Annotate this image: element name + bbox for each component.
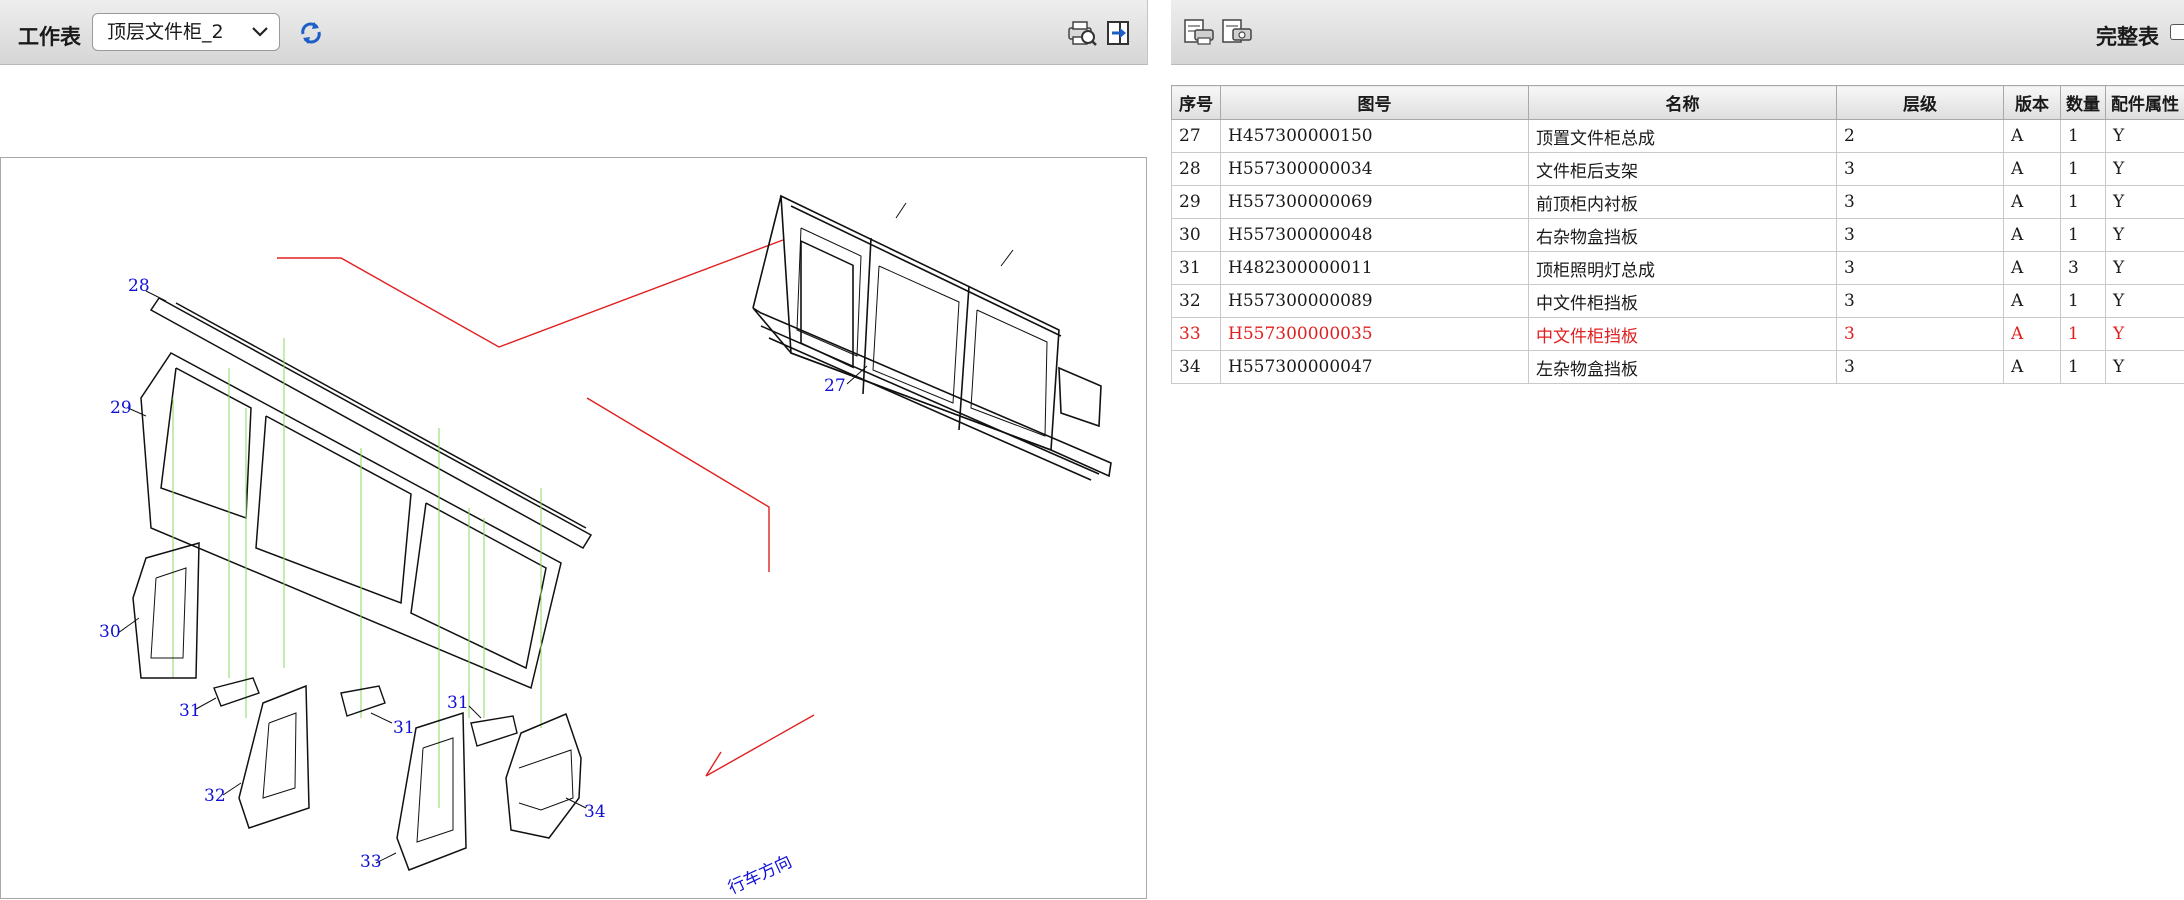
cell-version: A	[2003, 251, 2061, 285]
column-header-level[interactable]: 层级	[1836, 85, 2004, 120]
cell-part-no: H457300000150	[1220, 119, 1529, 153]
cell-level: 3	[1836, 317, 2004, 351]
cell-seq: 31	[1171, 251, 1221, 285]
table-row[interactable]: 31 H482300000011 顶柜照明灯总成 3 A 3 Y	[1171, 251, 2184, 285]
cell-version: A	[2003, 317, 2061, 351]
table-header-row: 序号 图号 名称 层级 版本 数量 配件属性	[1171, 85, 2184, 120]
table-row[interactable]: 27 H457300000150 顶置文件柜总成 2 A 1 Y	[1171, 119, 2184, 153]
export-icon[interactable]	[1105, 19, 1133, 51]
cell-qty: 1	[2060, 218, 2106, 252]
cell-attr: Y	[2105, 185, 2184, 219]
cell-level: 3	[1836, 218, 2004, 252]
table-row[interactable]: 28 H557300000034 文件柜后支架 3 A 1 Y	[1171, 152, 2184, 186]
cell-level: 3	[1836, 152, 2004, 186]
cell-part-no: H557300000035	[1220, 317, 1529, 351]
column-header-version[interactable]: 版本	[2003, 85, 2061, 120]
cell-name: 中文件柜挡板	[1528, 317, 1837, 351]
cell-part-no: H557300000069	[1220, 185, 1529, 219]
sheet-select[interactable]: 顶层文件柜_2	[92, 13, 280, 51]
cell-name: 前顶柜内衬板	[1528, 185, 1837, 219]
sheet-select-value: 顶层文件柜_2	[107, 21, 224, 43]
cell-qty: 1	[2060, 317, 2106, 351]
cell-part-no: H557300000089	[1220, 284, 1529, 318]
cell-seq: 30	[1171, 218, 1221, 252]
table-row[interactable]: 33 H557300000035 中文件柜挡板 3 A 1 Y	[1171, 317, 2184, 351]
cell-level: 3	[1836, 251, 2004, 285]
table-row[interactable]: 29 H557300000069 前顶柜内衬板 3 A 1 Y	[1171, 185, 2184, 219]
cell-seq: 28	[1171, 152, 1221, 186]
cell-seq: 33	[1171, 317, 1221, 351]
parts-table: 序号 图号 名称 层级 版本 数量 配件属性 27 H457300000150 顶置…	[1171, 85, 2184, 384]
column-header-seq[interactable]: 序号	[1171, 85, 1221, 120]
cell-seq: 27	[1171, 119, 1221, 153]
callout-33[interactable]: 33	[360, 852, 382, 872]
table-row[interactable]: 34 H557300000047 左杂物盒挡板 3 A 1 Y	[1171, 350, 2184, 384]
cell-level: 3	[1836, 350, 2004, 384]
table-row[interactable]: 30 H557300000048 右杂物盒挡板 3 A 1 Y	[1171, 218, 2184, 252]
cell-qty: 1	[2060, 350, 2106, 384]
cell-attr: Y	[2105, 350, 2184, 384]
column-header-qty[interactable]: 数量	[2060, 85, 2106, 120]
cell-version: A	[2003, 218, 2061, 252]
callout-31[interactable]: 31	[393, 718, 415, 738]
cell-seq: 34	[1171, 350, 1221, 384]
cell-name: 顶置文件柜总成	[1528, 119, 1837, 153]
print-preview-icon[interactable]	[1065, 19, 1097, 51]
cell-version: A	[2003, 119, 2061, 153]
print-table-icon[interactable]	[1183, 18, 1215, 50]
cell-attr: Y	[2105, 251, 2184, 285]
callout-28[interactable]: 28	[128, 276, 150, 296]
cell-name: 中文件柜挡板	[1528, 284, 1837, 318]
export-table-icon[interactable]	[1221, 18, 1253, 50]
cell-seq: 32	[1171, 284, 1221, 318]
cell-level: 3	[1836, 185, 2004, 219]
worksheet-label: 工作表	[18, 25, 81, 49]
cell-attr: Y	[2105, 317, 2184, 351]
cell-version: A	[2003, 350, 2061, 384]
cell-attr: Y	[2105, 218, 2184, 252]
cell-level: 2	[1836, 119, 2004, 153]
column-header-name[interactable]: 名称	[1528, 85, 1837, 120]
cell-qty: 3	[2060, 251, 2106, 285]
cell-name: 顶柜照明灯总成	[1528, 251, 1837, 285]
cell-version: A	[2003, 185, 2061, 219]
column-header-attr[interactable]: 配件属性	[2105, 85, 2184, 120]
callout-32[interactable]: 32	[204, 786, 226, 806]
cell-attr: Y	[2105, 152, 2184, 186]
cell-qty: 1	[2060, 284, 2106, 318]
callout-29[interactable]: 29	[110, 398, 132, 418]
cell-part-no: H557300000048	[1220, 218, 1529, 252]
cell-name: 右杂物盒挡板	[1528, 218, 1837, 252]
cell-version: A	[2003, 284, 2061, 318]
full-table-checkbox[interactable]	[2170, 24, 2184, 40]
cell-qty: 1	[2060, 119, 2106, 153]
callout-31[interactable]: 31	[179, 701, 201, 721]
exploded-diagram: 28 29 30 31 31 31 32 33 34 27 行车方向	[0, 157, 1147, 899]
callout-31[interactable]: 31	[447, 693, 469, 713]
cell-part-no: H557300000034	[1220, 152, 1529, 186]
cell-qty: 1	[2060, 152, 2106, 186]
cell-version: A	[2003, 152, 2061, 186]
cell-part-no: H557300000047	[1220, 350, 1529, 384]
cell-level: 3	[1836, 284, 2004, 318]
refresh-icon[interactable]	[297, 19, 325, 51]
full-table-label: 完整表	[2096, 25, 2159, 49]
cell-seq: 29	[1171, 185, 1221, 219]
cell-name: 左杂物盒挡板	[1528, 350, 1837, 384]
cell-attr: Y	[2105, 119, 2184, 153]
callout-27[interactable]: 27	[824, 376, 846, 396]
column-header-part-no[interactable]: 图号	[1220, 85, 1529, 120]
cell-attr: Y	[2105, 284, 2184, 318]
worksheet-toolbar: 工作表 顶层文件柜_2	[0, 0, 1148, 65]
cell-part-no: H482300000011	[1220, 251, 1529, 285]
diagram-drawing	[117, 194, 1112, 871]
callout-34[interactable]: 34	[584, 802, 606, 822]
cell-qty: 1	[2060, 185, 2106, 219]
table-toolbar: 完整表	[1171, 0, 2184, 65]
table-row[interactable]: 32 H557300000089 中文件柜挡板 3 A 1 Y	[1171, 284, 2184, 318]
chevron-down-icon	[251, 14, 269, 62]
callout-30[interactable]: 30	[99, 622, 121, 642]
cell-name: 文件柜后支架	[1528, 152, 1837, 186]
